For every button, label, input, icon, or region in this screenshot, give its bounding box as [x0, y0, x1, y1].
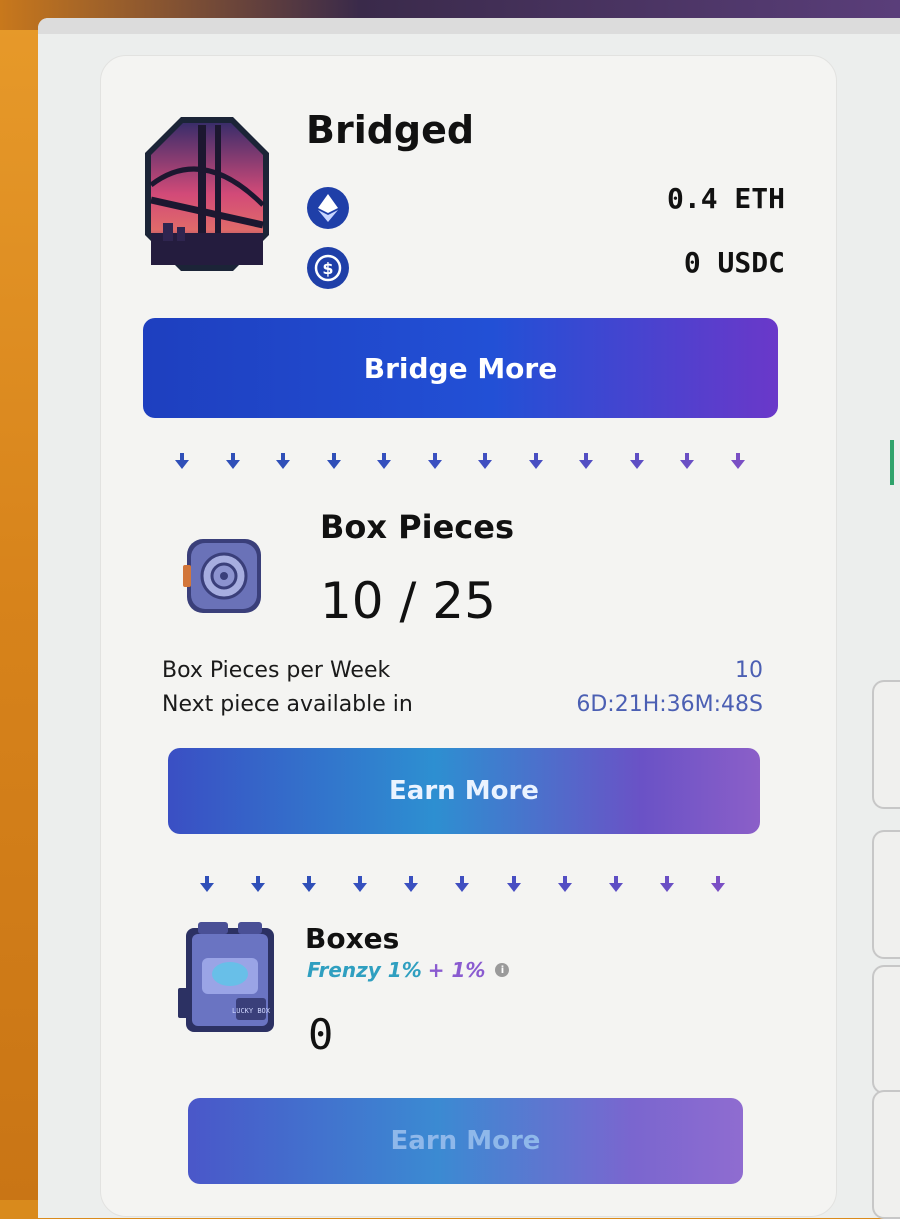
pieces-per-week-label: Box Pieces per Week: [162, 658, 391, 683]
box-piece-image: [183, 539, 261, 613]
arrow-down-icon: [557, 876, 572, 892]
arrow-down-icon: [608, 876, 623, 892]
earn-more-pieces-button[interactable]: Earn More: [168, 748, 760, 834]
info-icon[interactable]: i: [495, 963, 510, 977]
arrow-down-icon: [326, 453, 341, 469]
boxes-title: Boxes: [305, 922, 400, 955]
arrow-down-icon: [629, 453, 644, 469]
pieces-per-week-value: 10: [735, 658, 763, 683]
bridge-image: [145, 117, 269, 271]
usdc-amount: 0 USDC: [683, 246, 785, 279]
arrow-down-icon: [276, 453, 291, 469]
arrow-down-icon: [455, 876, 470, 892]
next-piece-countdown: 6D:21H:36M:48S: [576, 692, 763, 717]
lucky-box-label: LUCKY BOX: [232, 1007, 271, 1015]
arrow-down-icon: [478, 453, 493, 469]
arrow-down-icon: [302, 876, 317, 892]
arrow-down-icon: [353, 876, 368, 892]
frenzy-label: Frenzy 1%: [307, 958, 422, 982]
arrow-divider: [200, 876, 725, 892]
bridge-more-button[interactable]: Bridge More: [143, 318, 778, 418]
arrow-down-icon: [710, 876, 725, 892]
earn-more-boxes-button[interactable]: Earn More: [188, 1098, 743, 1184]
right-panel-box[interactable]: [872, 965, 900, 1094]
eth-amount: 0.4 ETH: [666, 182, 785, 215]
arrow-down-icon: [730, 453, 745, 469]
arrow-down-icon: [225, 453, 240, 469]
arrow-down-icon: [200, 876, 214, 892]
right-panel: [862, 560, 900, 1219]
bridged-title: Bridged: [306, 108, 475, 152]
right-panel-box[interactable]: [872, 680, 900, 809]
eth-icon: [307, 187, 349, 229]
arrow-down-icon: [427, 453, 442, 469]
frenzy-boost: Frenzy 1% + 1% i: [307, 958, 510, 982]
next-piece-label: Next piece available in: [162, 692, 413, 717]
usdc-icon: $: [307, 247, 349, 289]
right-panel-accent: [890, 440, 894, 485]
screen-top-strip: [38, 18, 900, 34]
arrow-down-icon: [579, 453, 594, 469]
arrow-down-icon: [659, 876, 674, 892]
arrow-down-icon: [506, 876, 521, 892]
arrow-down-icon: [680, 453, 695, 469]
arrow-down-icon: [251, 876, 266, 892]
lucky-box-image: LUCKY BOX: [178, 922, 274, 1032]
arrow-down-icon: [528, 453, 543, 469]
boxes-count: 0: [308, 1010, 334, 1059]
frenzy-bonus: + 1%: [427, 958, 486, 982]
arrow-down-icon: [377, 453, 392, 469]
box-pieces-count: 10 / 25: [320, 572, 496, 630]
right-panel-box[interactable]: [872, 830, 900, 959]
arrow-divider: [175, 453, 745, 469]
svg-text:$: $: [322, 259, 333, 278]
arrow-down-icon: [404, 876, 419, 892]
arrow-down-icon: [175, 453, 189, 469]
box-pieces-title: Box Pieces: [320, 508, 514, 546]
